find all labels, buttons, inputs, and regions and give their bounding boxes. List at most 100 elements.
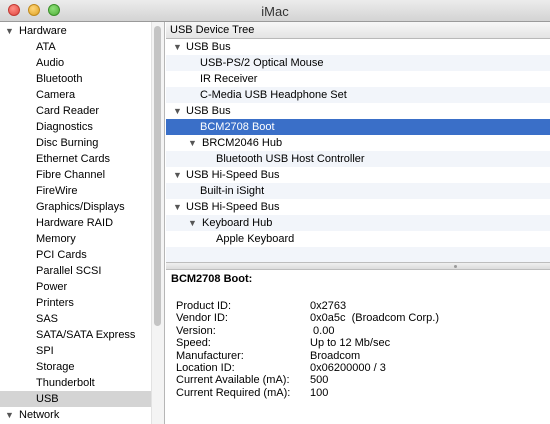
usb-device-tree: USB Device Tree ▼ USB Bus USB-PS/2 Optical… [166, 22, 550, 262]
sidebar-item[interactable]: USB [0, 391, 151, 407]
sidebar-item-label: Audio [36, 57, 65, 69]
tree-row[interactable]: Built-in iSight [166, 183, 550, 199]
sidebar-item[interactable]: Graphics/Displays [0, 199, 151, 215]
property-label: Vendor ID: [176, 312, 228, 324]
sidebar-item[interactable]: ATA [0, 39, 151, 55]
property-label: Current Available (mA): [176, 374, 290, 386]
tree-row-label: Bluetooth USB Host Controller [216, 153, 365, 165]
sidebar-item-label: SATA/SATA Express [36, 329, 136, 341]
disclosure-triangle-icon[interactable]: ▼ [173, 199, 182, 215]
sidebar-item[interactable]: Disc Burning [0, 135, 151, 151]
tree-row[interactable]: C-Media USB Headphone Set [166, 87, 550, 103]
tree-row-label: Apple Keyboard [216, 233, 295, 245]
sidebar-item-label: Hardware RAID [36, 217, 114, 229]
sidebar-item[interactable]: Memory [0, 231, 151, 247]
title-bar: iMac [0, 0, 550, 22]
sidebar-item[interactable]: Camera [0, 87, 151, 103]
disclosure-triangle-icon[interactable]: ▼ [173, 103, 182, 119]
disclosure-triangle-icon[interactable]: ▼ [5, 23, 14, 39]
sidebar-item[interactable]: SATA/SATA Express [0, 327, 151, 343]
details-pane: BCM2708 Boot: Product ID: 0x2763 Vendor ID… [166, 270, 550, 424]
tree-row[interactable]: ▼ Keyboard Hub [166, 215, 550, 231]
tree-empty-row [166, 247, 550, 262]
tree-row-label: USB Bus [186, 105, 231, 117]
sidebar-item-label: Parallel SCSI [36, 265, 102, 277]
sidebar-item[interactable]: Parallel SCSI [0, 263, 151, 279]
sidebar-item-label: SAS [36, 313, 59, 325]
sidebar-item-label: ATA [36, 41, 56, 53]
sidebar-item-label: Disc Burning [36, 137, 99, 149]
sidebar-item[interactable]: Bluetooth [0, 71, 151, 87]
disclosure-triangle-icon[interactable]: ▼ [173, 39, 182, 55]
sidebar-item[interactable]: SPI [0, 343, 151, 359]
tree-row[interactable]: USB-PS/2 Optical Mouse [166, 55, 550, 71]
sidebar-item[interactable]: Fibre Channel [0, 167, 151, 183]
sidebar-item-label: PCI Cards [36, 249, 87, 261]
tree-row[interactable]: ▼ USB Bus [166, 39, 550, 55]
tree-row-label: Built-in iSight [200, 185, 265, 197]
pane-splitter[interactable] [166, 262, 550, 270]
tree-row-label: USB Hi-Speed Bus [186, 169, 280, 181]
tree-row[interactable]: ▼ USB Hi-Speed Bus [166, 199, 550, 215]
property-value: 500 [310, 374, 329, 386]
sidebar-item[interactable]: Printers [0, 295, 151, 311]
sidebar-item-label: Storage [36, 361, 75, 373]
property-label: Location ID: [176, 362, 235, 374]
sidebar-scroll-thumb[interactable] [154, 26, 161, 326]
sidebar-item[interactable]: Audio [0, 55, 151, 71]
sidebar-scrollbar[interactable] [151, 22, 164, 424]
sidebar-item-label: Graphics/Displays [36, 201, 125, 213]
sidebar-item-label: Printers [36, 297, 74, 309]
sidebar-item-label: SPI [36, 345, 54, 357]
sidebar: ▼ Hardware ATA Audio Bluetooth Camera Card Rea… [0, 22, 165, 424]
property-value: 0x0a5c (Broadcom Corp.) [310, 312, 439, 324]
tree-row-label: Keyboard Hub [202, 217, 273, 229]
sidebar-item[interactable]: SAS [0, 311, 151, 327]
sidebar-group-network[interactable]: ▼ Network [0, 407, 151, 423]
tree-column-header[interactable]: USB Device Tree [166, 22, 550, 39]
tree-row[interactable]: Apple Keyboard [166, 231, 550, 247]
sidebar-item-label: Ethernet Cards [36, 153, 110, 165]
property-value: 100 [310, 387, 329, 399]
property-value: Broadcom [310, 350, 361, 362]
sidebar-item-label: Thunderbolt [36, 377, 95, 389]
tree-row-label: C-Media USB Headphone Set [200, 89, 347, 101]
property-label: Version: [176, 325, 216, 337]
sidebar-item[interactable]: PCI Cards [0, 247, 151, 263]
property-label: Current Required (mA): [176, 387, 291, 399]
splitter-grip-icon [454, 265, 457, 268]
sidebar-item[interactable]: Card Reader [0, 103, 151, 119]
sidebar-item-label: Memory [36, 233, 76, 245]
tree-row-label: USB-PS/2 Optical Mouse [200, 57, 324, 69]
sidebar-group-label: Network [19, 409, 60, 421]
property-value: Up to 12 Mb/sec [310, 337, 391, 349]
sidebar-item[interactable]: Thunderbolt [0, 375, 151, 391]
disclosure-triangle-icon[interactable]: ▼ [5, 407, 14, 423]
sidebar-group-hardware[interactable]: ▼ Hardware [0, 23, 151, 39]
tree-row-label: BRCM2046 Hub [202, 137, 283, 149]
tree-row[interactable]: ▼ USB Hi-Speed Bus [166, 167, 550, 183]
sidebar-item-label: Camera [36, 89, 76, 101]
sidebar-item[interactable]: Ethernet Cards [0, 151, 151, 167]
sidebar-item[interactable]: FireWire [0, 183, 151, 199]
sidebar-item[interactable]: Power [0, 279, 151, 295]
disclosure-triangle-icon[interactable]: ▼ [173, 167, 182, 183]
tree-row[interactable]: ▼ BRCM2046 Hub [166, 135, 550, 151]
sidebar-item-label: Power [36, 281, 68, 293]
tree-row[interactable]: Bluetooth USB Host Controller [166, 151, 550, 167]
disclosure-triangle-icon[interactable]: ▼ [188, 135, 197, 151]
tree-row-label: BCM2708 Boot [200, 121, 275, 133]
sidebar-item[interactable]: Hardware RAID [0, 215, 151, 231]
disclosure-triangle-icon[interactable]: ▼ [188, 215, 197, 231]
sidebar-item-label: Diagnostics [36, 121, 93, 133]
sidebar-item[interactable]: Diagnostics [0, 119, 151, 135]
property-value: 0.00 [310, 325, 335, 337]
tree-row[interactable]: ▼ USB Bus [166, 103, 550, 119]
sidebar-item[interactable]: Storage [0, 359, 151, 375]
tree-row-label: IR Receiver [200, 73, 258, 85]
tree-row[interactable]: BCM2708 Boot [166, 119, 550, 135]
sidebar-item-label: Bluetooth [36, 73, 83, 85]
property-value: 0x2763 [310, 300, 347, 312]
sidebar-item-label: Card Reader [36, 105, 99, 117]
tree-row[interactable]: IR Receiver [166, 71, 550, 87]
